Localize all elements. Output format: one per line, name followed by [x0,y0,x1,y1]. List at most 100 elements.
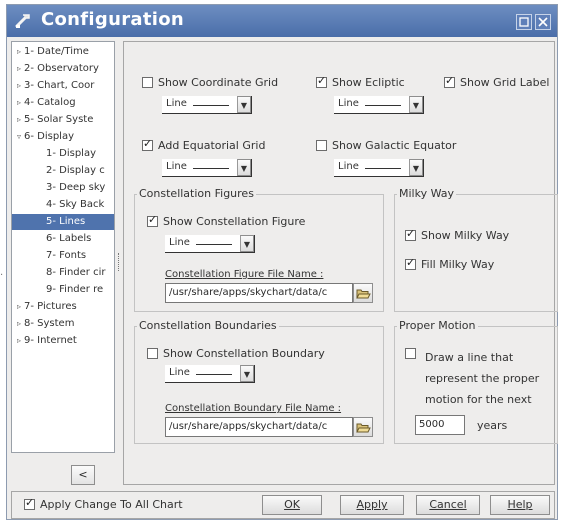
tree-item-label: 8- System [24,318,75,329]
proper-motion-group: Proper Motion Draw a line that represent… [394,319,558,444]
tree-item[interactable]: 4- Sky Back [12,197,114,213]
tree-item[interactable]: ▹ 1- Date/Time [12,44,114,60]
collapse-arrow-icon[interactable]: ▿ [14,129,24,145]
edge-marker: · [0,270,4,281]
line-sample [196,244,232,245]
maximize-icon [519,17,529,27]
checkbox-box [142,77,153,88]
constellation-figures-group: Constellation Figures ✓ Show Constellatio… [134,187,384,312]
show-grid-label-checkbox[interactable]: ✓ Show Grid Label [444,74,549,92]
checkbox-label: Show Constellation Boundary [163,347,325,360]
settings-tree[interactable]: ▹ 1- Date/Time ▹ 2- Observatory ▹ 3- Chart, C… [11,41,115,453]
boundary-file-browse-button[interactable] [353,417,373,437]
expand-arrow-icon[interactable]: ▹ [14,44,24,60]
show-constellation-figure-checkbox[interactable]: ✓ Show Constellation Figure [147,213,305,231]
milky-way-group: Milky Way ✓ Show Milky Way ✓ Fill Milky Wa… [394,187,558,312]
proper-motion-years-input[interactable]: 5000 [415,415,465,435]
tree-item[interactable]: ▹ 8- System [12,316,114,332]
dialog-footer: ✓ Apply Change To All Chart OK Apply Canc… [11,491,555,519]
group-title: Milky Way [397,187,457,200]
apply-to-all-charts-checkbox[interactable]: ✓ Apply Change To All Chart [24,497,183,514]
tree-item[interactable]: 5- Lines [12,214,114,230]
show-ecliptic-checkbox[interactable]: ✓ Show Ecliptic [316,74,405,92]
tree-item-label: 6- Display [24,131,75,142]
expand-arrow-icon[interactable]: ▹ [14,316,24,332]
tree-item[interactable]: ▿ 6- Display [12,129,114,145]
expand-arrow-icon[interactable]: ▹ [14,61,24,77]
apply-button[interactable]: Apply [340,495,404,515]
equatorial-grid-style-select[interactable]: Line ▼ [162,159,252,177]
tree-item[interactable]: ▹ 3- Chart, Coor [12,78,114,94]
tree-item[interactable]: ▹ 9- Internet [12,333,114,349]
collapse-tree-button[interactable]: < [71,465,95,485]
draw-proper-motion-checkbox[interactable] [405,347,421,363]
figure-file-input[interactable]: /usr/share/apps/skychart/data/c [165,283,353,303]
checkbox-box: ✓ [142,137,153,151]
tree-item[interactable]: ▹ 7- Pictures [12,299,114,315]
tree-item[interactable]: 8- Finder cir [12,265,114,281]
line-sample [365,105,401,106]
expand-arrow-icon[interactable]: ▹ [14,112,24,128]
galactic-equator-style-select[interactable]: Line ▼ [334,159,424,177]
button-label: Cancel [429,498,467,511]
show-coordinate-grid-checkbox[interactable]: Show Coordinate Grid [142,76,278,92]
tree-item[interactable]: 2- Display c [12,163,114,179]
checkbox-box: ✓ [444,74,455,88]
help-button[interactable]: Help [490,495,550,515]
cancel-button[interactable]: Cancel [416,495,480,515]
folder-open-icon [356,289,371,299]
expand-arrow-icon[interactable]: ▹ [14,299,24,315]
configuration-window: Configuration ▹ 1- Date/Time ▹ 2- Observato… [6,4,558,520]
tree-item-label: 9- Internet [24,335,77,346]
check-mark-icon: ✓ [143,137,153,150]
tree-item-label: 1- Date/Time [24,46,89,57]
ecliptic-style-select[interactable]: Line ▼ [334,96,424,114]
check-mark-icon: ✓ [406,256,416,269]
tree-item[interactable]: 3- Deep sky [12,180,114,196]
check-mark-icon: ✓ [317,74,327,87]
tree-item[interactable]: ▹ 4- Catalog [12,95,114,111]
tree-item[interactable]: 6- Labels [12,231,114,247]
tree-item[interactable]: 9- Finder re [12,282,114,298]
group-title: Constellation Figures [137,187,256,200]
coord-grid-style-select[interactable]: Line ▼ [162,96,252,114]
show-galactic-equator-checkbox[interactable]: Show Galactic Equator [316,139,456,155]
expand-arrow-icon[interactable]: ▹ [14,95,24,111]
tree-item[interactable]: ▹ 5- Solar Syste [12,112,114,128]
tree-item-label: 3- Deep sky [46,182,106,193]
tree-item[interactable]: 1- Display [12,146,114,162]
button-label: Help [507,498,533,511]
proper-motion-label-line2: represent the proper [425,372,540,385]
select-value: Line [338,98,359,109]
select-value: Line [169,367,190,378]
title-bar[interactable]: Configuration [7,5,557,37]
checkbox-box: ✓ [405,228,416,241]
button-label: OK [284,498,300,511]
window-title: Configuration [41,9,184,30]
years-label: years [477,419,508,432]
figure-file-browse-button[interactable] [353,283,373,303]
tree-item[interactable]: 7- Fonts [12,248,114,264]
check-mark-icon: ✓ [148,213,158,226]
show-milky-way-checkbox[interactable]: ✓ Show Milky Way [405,228,509,245]
chevron-down-icon: ▼ [240,365,254,382]
expand-arrow-icon[interactable]: ▹ [14,78,24,94]
fill-milky-way-checkbox[interactable]: ✓ Fill Milky Way [405,256,494,274]
ok-button[interactable]: OK [262,495,322,515]
tree-item[interactable]: ▹ 2- Observatory [12,61,114,77]
constellation-figure-style-select[interactable]: Line ▼ [165,235,255,253]
checkbox-box [316,140,327,151]
boundary-file-input[interactable]: /usr/share/apps/skychart/data/c [165,417,353,437]
constellation-boundary-style-select[interactable]: Line ▼ [165,365,255,383]
check-mark-icon: ✓ [445,74,455,87]
chevron-down-icon: ▼ [240,235,254,252]
tree-item-label: 9- Finder re [46,284,104,295]
expand-arrow-icon[interactable]: ▹ [14,333,24,349]
add-equatorial-grid-checkbox[interactable]: ✓ Add Equatorial Grid [142,137,265,155]
close-button[interactable] [535,14,551,30]
tree-item-label: 7- Pictures [24,301,77,312]
checkbox-box: ✓ [405,256,416,270]
maximize-button[interactable] [516,14,532,30]
show-constellation-boundary-checkbox[interactable]: Show Constellation Boundary [147,347,325,363]
splitter-handle[interactable] [118,253,121,271]
